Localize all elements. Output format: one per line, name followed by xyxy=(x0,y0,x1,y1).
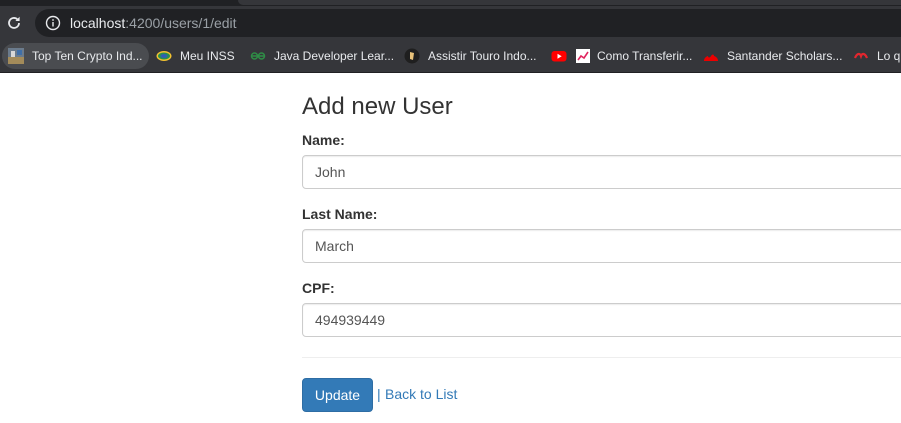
link-separator: | xyxy=(377,386,381,402)
reload-icon[interactable] xyxy=(3,12,25,34)
url-text[interactable]: localhost:4200/users/1/edit xyxy=(70,14,237,32)
name-label: Name: xyxy=(302,132,345,148)
cpf-input[interactable]: 494939449 xyxy=(302,303,901,337)
bookmark-java-developer[interactable]: Java Developer Lear... xyxy=(242,43,394,69)
inss-icon xyxy=(156,48,172,64)
bookmark-label: Meu INSS xyxy=(180,49,235,63)
browser-toolbar: localhost:4200/users/1/edit xyxy=(0,6,901,40)
last-name-label: Last Name: xyxy=(302,206,378,222)
site-info-icon[interactable] xyxy=(45,15,61,31)
santander-icon xyxy=(703,48,719,64)
last-name-input[interactable]: March xyxy=(302,229,901,263)
form-divider xyxy=(302,357,901,358)
bookmarks-bar: Top Ten Crypto Ind... Meu INSS Java Deve… xyxy=(0,40,901,73)
bookmark-label: Como Transferir... xyxy=(597,49,693,63)
crypto-thumbnail-icon xyxy=(8,48,24,64)
name-input[interactable]: John xyxy=(302,155,901,189)
address-bar[interactable]: localhost:4200/users/1/edit xyxy=(35,9,901,37)
update-button[interactable]: Update xyxy=(302,378,373,412)
bookmark-label: Santander Scholars... xyxy=(727,49,843,63)
bookmark-label: Lo q xyxy=(877,49,901,63)
bookmark-como-transferir[interactable]: Como Transferir... xyxy=(543,43,692,69)
lo-q-icon xyxy=(853,48,869,64)
bookmark-assistir-touro[interactable]: Assistir Touro Indo... xyxy=(396,43,537,69)
bookmark-top-ten-crypto[interactable]: Top Ten Crypto Ind... xyxy=(2,43,149,69)
back-to-list-link[interactable]: Back to List xyxy=(385,386,457,402)
url-path: :4200/users/1/edit xyxy=(125,15,237,31)
geeksforgeeks-icon xyxy=(250,48,266,64)
page-title: Add new User xyxy=(302,93,453,120)
url-host: localhost xyxy=(70,15,126,31)
chart-emoji-icon xyxy=(575,48,591,64)
bookmark-lo-q[interactable]: Lo q xyxy=(845,43,900,69)
cpf-label: CPF: xyxy=(302,280,335,296)
bookmark-meu-inss[interactable]: Meu INSS xyxy=(148,43,235,69)
active-tab-edge xyxy=(238,0,901,5)
youtube-icon xyxy=(551,48,567,64)
bookmark-label: Assistir Touro Indo... xyxy=(428,49,537,63)
touro-icon xyxy=(404,48,420,64)
bookmark-label: Top Ten Crypto Ind... xyxy=(32,49,143,63)
bookmark-santander-scholarships[interactable]: Santander Scholars... xyxy=(695,43,842,69)
bookmark-label: Java Developer Lear... xyxy=(274,49,395,63)
